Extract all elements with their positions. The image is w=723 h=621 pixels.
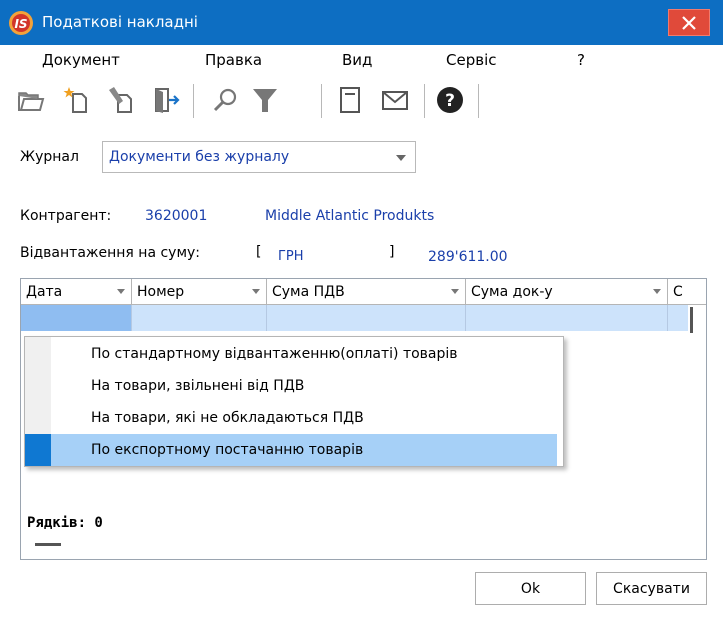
chevron-down-icon (451, 289, 459, 294)
popup-item-vat-exempt[interactable]: На товари, звільнені від ПДВ (25, 370, 557, 402)
cancel-button[interactable]: Скасувати (596, 572, 707, 605)
column-extra[interactable]: С (668, 279, 706, 305)
filter-icon (253, 89, 277, 112)
menu-edit[interactable]: Правка (205, 51, 262, 69)
toolbar-separator (321, 84, 322, 118)
vertical-scrollbar[interactable] (690, 307, 693, 333)
table-row[interactable] (21, 305, 688, 331)
column-vat-amount-label: Сума ПДВ (272, 284, 345, 300)
shipment-amount: 289'611.00 (428, 249, 508, 265)
toolbar-separator (193, 84, 194, 118)
column-doc-amount-label: Сума док-у (471, 284, 553, 300)
table-cell[interactable] (267, 305, 466, 331)
horizontal-scrollbar[interactable] (35, 543, 61, 546)
chevron-down-icon (252, 289, 260, 294)
folder-open-icon (18, 92, 45, 111)
popup-item-label: По стандартному відвантаженню(оплаті) то… (91, 346, 458, 362)
help-icon: ? (437, 87, 463, 113)
menu-service[interactable]: Сервіс (446, 51, 496, 69)
window-title: Податкові накладні (42, 13, 198, 31)
form-button[interactable] (332, 80, 368, 120)
close-icon (682, 15, 696, 30)
toolbar: ? (0, 76, 723, 124)
menu-bar: Документ Правка Вид Сервіс ? (0, 45, 723, 75)
exit-button[interactable] (148, 80, 184, 120)
title-bar: IS Податкові накладні (0, 0, 723, 45)
popup-item-export[interactable]: По експортному постачанню товарів (25, 434, 557, 466)
chevron-down-icon (396, 155, 406, 161)
bracket-close: ] (389, 244, 395, 260)
form-icon (340, 87, 360, 113)
grid-header: Дата Номер Сума ПДВ Сума док-у С (21, 279, 706, 305)
filter-button[interactable] (247, 80, 283, 120)
toolbar-separator (478, 84, 479, 118)
edit-button[interactable] (103, 80, 139, 120)
column-date-label: Дата (26, 284, 63, 300)
popup-item-label: На товари, які не обкладаються ПДВ (91, 410, 364, 426)
edit-document-icon (109, 87, 132, 113)
help-button[interactable]: ? (432, 80, 468, 120)
contractor-name: Middle Atlantic Produkts (265, 208, 435, 224)
open-button[interactable] (13, 80, 49, 120)
journal-select[interactable]: Документи без журналу (102, 141, 416, 173)
column-doc-amount[interactable]: Сума док-у (466, 279, 668, 305)
popup-item-label: По експортному постачанню товарів (91, 442, 364, 458)
new-button[interactable] (58, 80, 94, 120)
selection-marker (25, 434, 51, 466)
menu-view[interactable]: Вид (342, 51, 372, 69)
new-document-icon (63, 87, 87, 113)
popup-item-not-taxed[interactable]: На товари, які не обкладаються ПДВ (25, 402, 557, 434)
chevron-down-icon (117, 289, 125, 294)
mail-button[interactable] (377, 80, 413, 120)
journal-label: Журнал (20, 149, 79, 165)
menu-help[interactable]: ? (577, 51, 585, 69)
popup-item-standard[interactable]: По стандартному відвантаженню(оплаті) то… (25, 338, 557, 370)
rows-count: Рядків: 0 (27, 515, 103, 531)
close-button[interactable] (668, 9, 710, 36)
table-cell[interactable] (21, 305, 132, 331)
column-vat-amount[interactable]: Сума ПДВ (267, 279, 466, 305)
toolbar-separator (424, 84, 425, 118)
menu-document[interactable]: Документ (42, 51, 120, 69)
journal-value: Документи без журналу (109, 149, 290, 165)
table-cell[interactable] (466, 305, 668, 331)
invoice-type-popup: По стандартному відвантаженню(оплаті) то… (24, 336, 564, 467)
bracket-open: [ (256, 244, 262, 260)
column-number-label: Номер (137, 284, 185, 300)
app-logo-icon: IS (9, 11, 33, 35)
chevron-down-icon (653, 289, 661, 294)
column-extra-label: С (673, 284, 683, 300)
svg-text:IS: IS (14, 17, 27, 31)
popup-item-label: На товари, звільнені від ПДВ (91, 378, 305, 394)
svg-text:?: ? (445, 91, 455, 111)
shipment-label: Відвантаження на суму: (20, 245, 201, 261)
search-button[interactable] (208, 80, 244, 120)
column-number[interactable]: Номер (132, 279, 267, 305)
contractor-code: 3620001 (145, 208, 208, 224)
exit-icon (155, 88, 180, 113)
column-date[interactable]: Дата (21, 279, 132, 305)
search-icon (213, 88, 237, 112)
contractor-label: Контрагент: (20, 208, 112, 224)
ok-button[interactable]: Ok (475, 572, 586, 605)
shipment-currency: ГРН (278, 249, 304, 264)
table-cell[interactable] (132, 305, 267, 331)
mail-icon (382, 91, 408, 110)
